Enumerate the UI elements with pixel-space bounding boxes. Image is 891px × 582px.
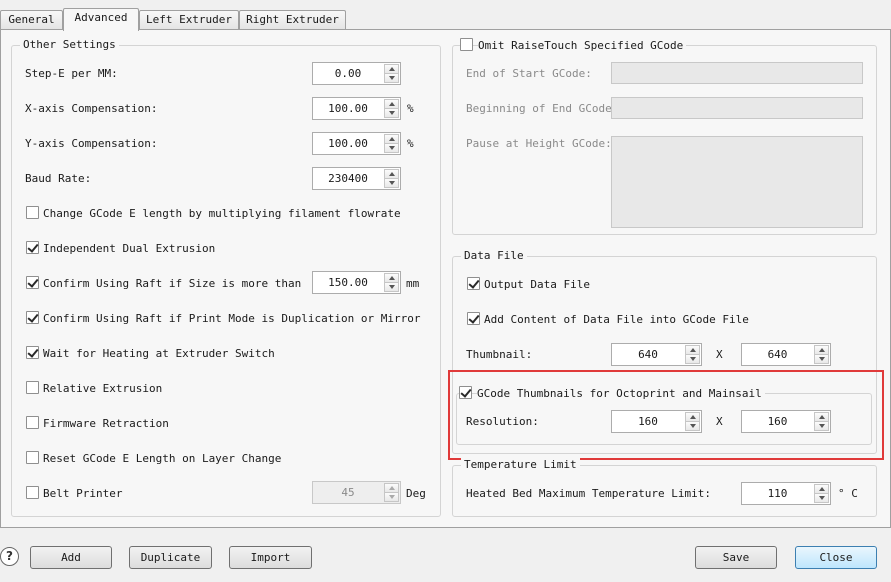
- resolution-label: Resolution:: [466, 415, 539, 428]
- reset-gcode-checkbox[interactable]: [26, 451, 39, 464]
- raft-size-label: Confirm Using Raft if Size is more than: [43, 277, 302, 290]
- reset-gcode-label: Reset GCode E Length on Layer Change: [43, 452, 282, 465]
- firmware-retraction-checkbox[interactable]: [26, 416, 39, 429]
- x-comp-unit: %: [407, 102, 414, 115]
- thumbnail-width-value: 640: [638, 348, 658, 361]
- raft-mode-checkbox[interactable]: [26, 311, 39, 324]
- dual-extrusion-checkbox[interactable]: [26, 241, 39, 254]
- raft-size-value: 150.00: [328, 276, 368, 289]
- resolution-x-label: X: [716, 415, 723, 428]
- tab-advanced[interactable]: Advanced: [63, 8, 139, 31]
- add-content-label: Add Content of Data File into GCode File: [484, 313, 749, 326]
- tab-bar: General Advanced Left Extruder Right Ext…: [0, 8, 891, 31]
- change-gcode-label: Change GCode E length by multiplying fil…: [43, 207, 401, 220]
- change-gcode-checkbox[interactable]: [26, 206, 39, 219]
- y-comp-unit: %: [407, 137, 414, 150]
- resolution-height-down-arrow[interactable]: [814, 421, 829, 431]
- resolution-width-down-arrow[interactable]: [685, 421, 700, 431]
- x-comp-down-arrow[interactable]: [384, 108, 399, 118]
- step-e-label: Step-E per MM:: [25, 67, 118, 80]
- raft-size-checkbox[interactable]: [26, 276, 39, 289]
- octoprint-thumbnail-label: GCode Thumbnails for Octoprint and Mains…: [477, 387, 765, 401]
- step-e-value: 0.00: [334, 67, 362, 80]
- belt-angle-down-arrow: [384, 492, 399, 502]
- thumbnail-label: Thumbnail:: [466, 348, 533, 361]
- thumbnail-width-spinbox[interactable]: 640: [611, 343, 702, 366]
- resolution-height-value: 160: [767, 415, 788, 428]
- x-comp-label: X-axis Compensation:: [25, 102, 158, 115]
- import-button[interactable]: Import: [229, 546, 312, 569]
- duplicate-button[interactable]: Duplicate: [129, 546, 212, 569]
- output-data-file-label: Output Data File: [484, 278, 590, 291]
- output-data-file-checkbox[interactable]: [467, 277, 480, 290]
- other-settings-title: Other Settings: [20, 38, 119, 52]
- raft-size-down-arrow[interactable]: [384, 282, 399, 292]
- begin-end-gcode-label: Beginning of End GCode:: [466, 102, 619, 115]
- raft-size-spinbox[interactable]: 150.00: [312, 271, 401, 294]
- data-file-title: Data File: [461, 249, 527, 263]
- relative-extrusion-label: Relative Extrusion: [43, 382, 163, 395]
- bed-temp-limit-value: 110: [767, 487, 788, 500]
- pause-gcode-label: Pause at Height GCode:: [466, 137, 612, 150]
- begin-end-gcode-field: [611, 97, 863, 119]
- dual-extrusion-label: Independent Dual Extrusion: [43, 242, 216, 255]
- resolution-height-spinbox[interactable]: 160: [741, 410, 831, 433]
- baud-rate-label: Baud Rate:: [25, 172, 92, 185]
- belt-angle-spinbox: 45: [312, 481, 401, 504]
- y-comp-label: Y-axis Compensation:: [25, 137, 158, 150]
- raft-mode-label: Confirm Using Raft if Print Mode is Dupl…: [43, 312, 421, 325]
- baud-rate-down-arrow[interactable]: [384, 178, 399, 188]
- thumbnail-x-label: X: [716, 348, 723, 361]
- bed-temp-down-arrow[interactable]: [814, 493, 829, 503]
- thumbnail-height-value: 640: [767, 348, 788, 361]
- y-comp-spinbox[interactable]: 100.00: [312, 132, 401, 155]
- bed-temp-limit-unit: ° C: [838, 487, 858, 500]
- pause-gcode-field: [611, 136, 863, 228]
- firmware-retraction-label: Firmware Retraction: [43, 417, 169, 430]
- y-comp-down-arrow[interactable]: [384, 143, 399, 153]
- help-icon[interactable]: ?: [0, 547, 19, 566]
- omit-gcode-checkbox[interactable]: [460, 38, 473, 51]
- thumbnail-width-down-arrow[interactable]: [685, 354, 700, 364]
- relative-extrusion-checkbox[interactable]: [26, 381, 39, 394]
- heating-switch-checkbox[interactable]: [26, 346, 39, 359]
- close-button[interactable]: Close: [795, 546, 877, 569]
- x-comp-value: 100.00: [328, 102, 368, 115]
- save-button[interactable]: Save: [695, 546, 777, 569]
- add-button[interactable]: Add: [30, 546, 112, 569]
- add-content-checkbox[interactable]: [467, 312, 480, 325]
- thumbnail-height-down-arrow[interactable]: [814, 354, 829, 364]
- belt-angle-unit: Deg: [406, 487, 426, 500]
- y-comp-value: 100.00: [328, 137, 368, 150]
- belt-printer-checkbox[interactable]: [26, 486, 39, 499]
- octoprint-thumbnail-checkbox[interactable]: [459, 386, 472, 399]
- x-comp-spinbox[interactable]: 100.00: [312, 97, 401, 120]
- baud-rate-spinbox[interactable]: 230400: [312, 167, 401, 190]
- end-start-gcode-field: [611, 62, 863, 84]
- baud-rate-value: 230400: [328, 172, 368, 185]
- temperature-limit-title: Temperature Limit: [461, 458, 580, 472]
- bed-temp-limit-label: Heated Bed Maximum Temperature Limit:: [466, 487, 712, 500]
- resolution-width-spinbox[interactable]: 160: [611, 410, 702, 433]
- belt-printer-label: Belt Printer: [43, 487, 123, 500]
- heating-switch-label: Wait for Heating at Extruder Switch: [43, 347, 275, 360]
- bed-temp-limit-spinbox[interactable]: 110: [741, 482, 831, 505]
- belt-angle-value: 45: [341, 486, 355, 499]
- thumbnail-height-spinbox[interactable]: 640: [741, 343, 831, 366]
- tab-left-extruder[interactable]: Left Extruder: [139, 10, 239, 30]
- raft-size-unit: mm: [406, 277, 420, 290]
- step-e-spinbox[interactable]: 0.00: [312, 62, 401, 85]
- resolution-width-value: 160: [638, 415, 658, 428]
- tab-general[interactable]: General: [0, 10, 63, 30]
- tab-right-extruder[interactable]: Right Extruder: [239, 10, 346, 30]
- step-e-down-arrow[interactable]: [384, 73, 399, 83]
- omit-gcode-title: Omit RaiseTouch Specified GCode: [478, 39, 687, 53]
- end-start-gcode-label: End of Start GCode:: [466, 67, 592, 80]
